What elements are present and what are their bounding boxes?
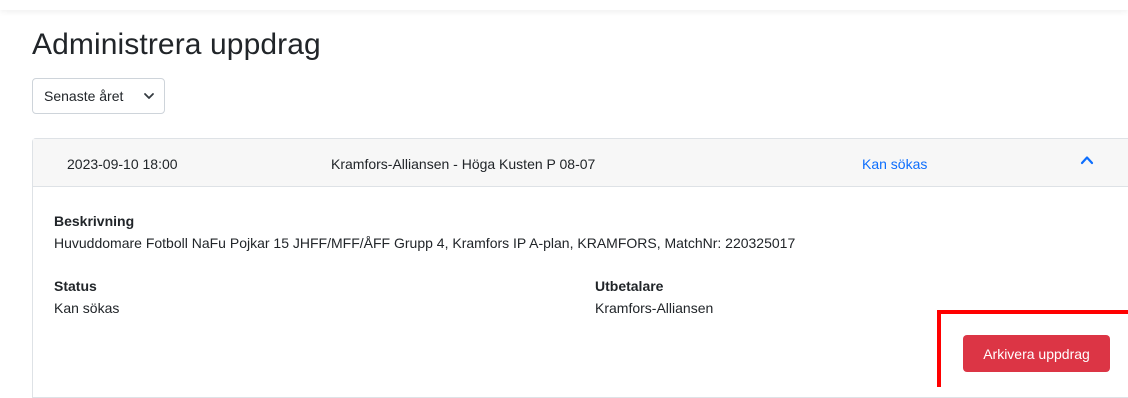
status-value: Kan sökas <box>54 300 120 316</box>
archive-assignment-button[interactable]: Arkivera uppdrag <box>963 335 1110 372</box>
top-bar <box>0 0 1128 10</box>
period-select-value: Senaste året <box>44 88 124 104</box>
page-title: Administrera uppdrag <box>32 28 321 61</box>
description-label: Beskrivning <box>54 213 135 229</box>
period-select[interactable]: Senaste året <box>32 78 165 114</box>
description-value: Huvuddomare Fotboll NaFu Pojkar 15 JHFF/… <box>54 235 796 251</box>
chevron-down-icon <box>144 93 154 99</box>
status-label: Status <box>54 278 97 294</box>
payer-label: Utbetalare <box>595 278 664 294</box>
assignment-header-status: Kan sökas <box>862 156 928 172</box>
assignment-date: 2023-09-10 18:00 <box>67 156 178 172</box>
assignment-match: Kramfors-Alliansen - Höga Kusten P 08-07 <box>331 156 596 172</box>
payer-value: Kramfors-Alliansen <box>595 300 714 316</box>
assignment-card-header[interactable]: 2023-09-10 18:00 Kramfors-Alliansen - Hö… <box>33 139 1128 187</box>
chevron-up-icon[interactable] <box>1080 153 1094 167</box>
